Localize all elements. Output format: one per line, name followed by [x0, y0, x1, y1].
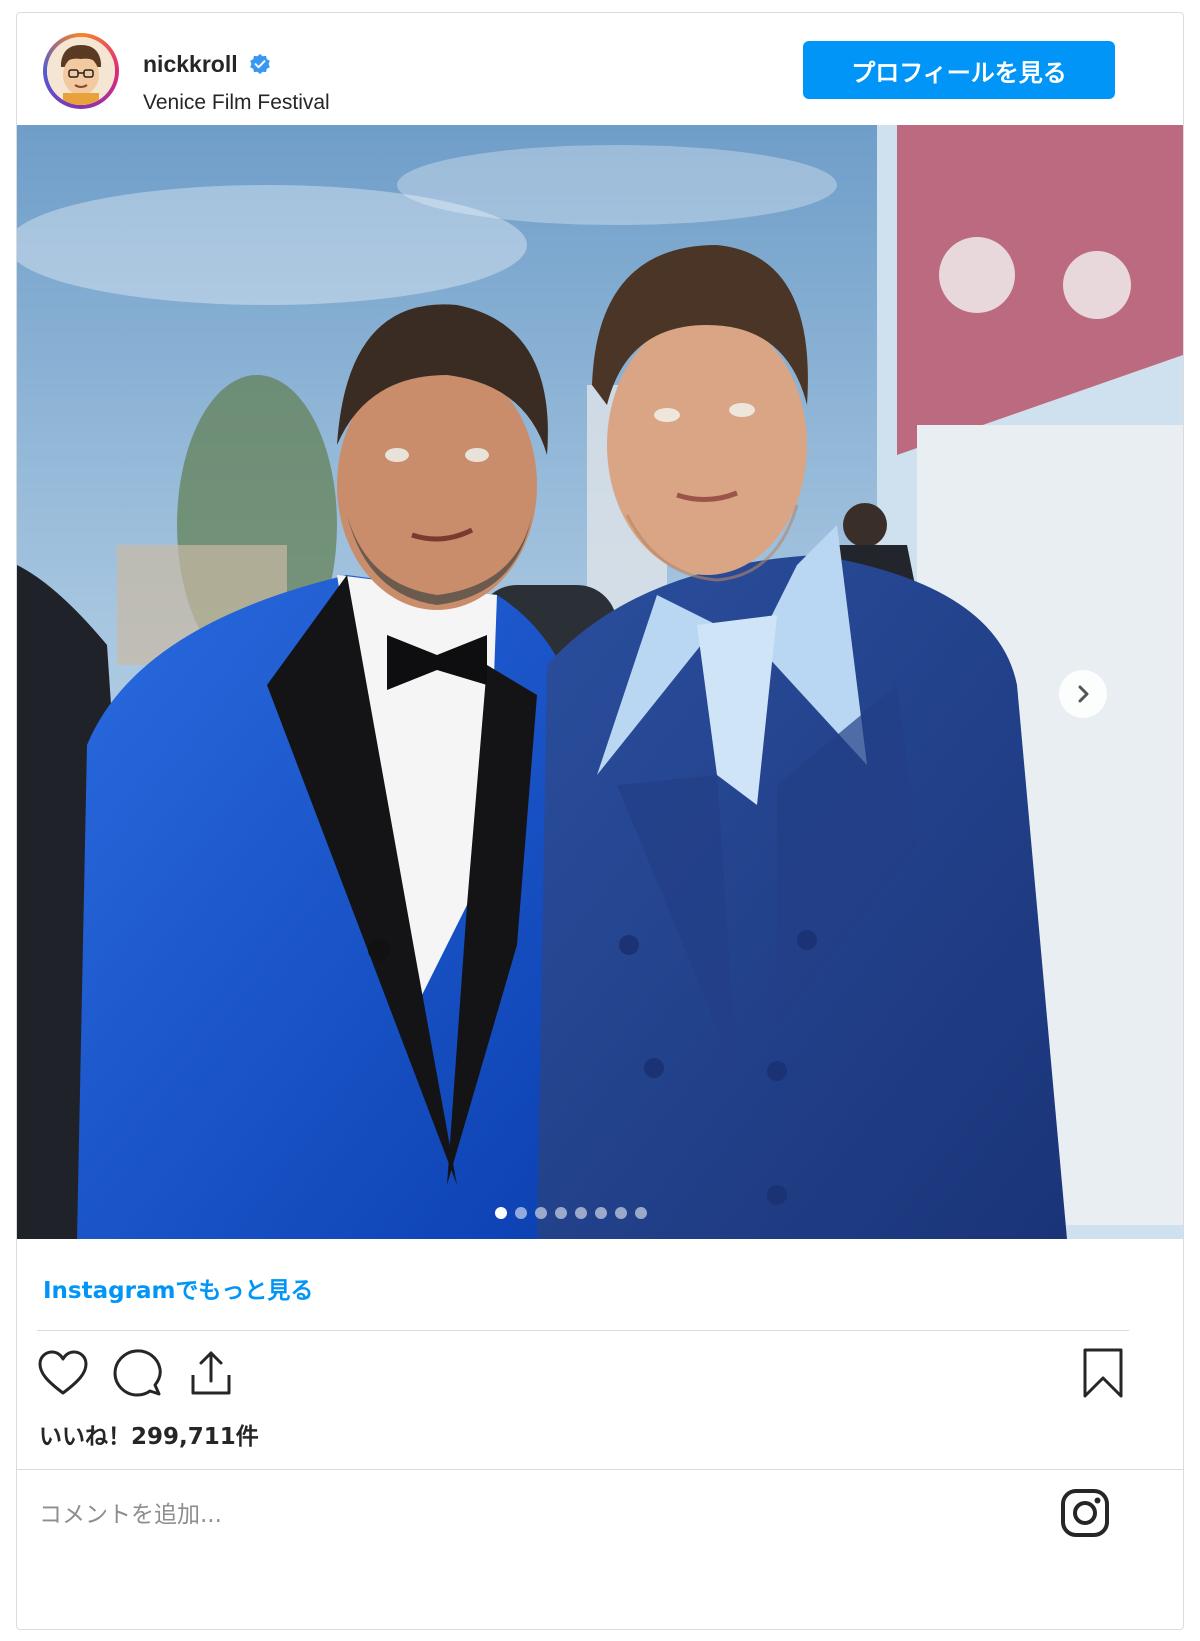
avatar[interactable]: [43, 33, 119, 109]
carousel-dot: [615, 1207, 627, 1219]
share-button[interactable]: [183, 1345, 239, 1401]
username-row: nickkroll: [143, 51, 272, 78]
divider: [37, 1330, 1129, 1331]
share-icon: [191, 1351, 231, 1395]
action-bar: [35, 1345, 1135, 1405]
photo-illustration: [17, 125, 1183, 1239]
view-profile-button[interactable]: プロフィールを見る: [803, 41, 1115, 99]
carousel-dot: [515, 1207, 527, 1219]
carousel-dot: [555, 1207, 567, 1219]
instagram-icon: [1061, 1489, 1109, 1537]
bookmark-icon: [1083, 1348, 1123, 1398]
location-link[interactable]: Venice Film Festival: [143, 91, 330, 115]
like-count: いいね！299,711件: [39, 1424, 259, 1450]
next-photo-button[interactable]: [1059, 670, 1107, 718]
comment-icon: [113, 1349, 162, 1397]
carousel-indicator: [495, 1207, 647, 1219]
save-button[interactable]: [1075, 1345, 1131, 1401]
carousel-dot: [535, 1207, 547, 1219]
username[interactable]: nickkroll: [143, 51, 238, 78]
chevron-right-icon: [1078, 685, 1089, 703]
instagram-embed-card: nickkroll Venice Film Festival プロフィールを見る: [16, 12, 1184, 1630]
carousel-dot: [635, 1207, 647, 1219]
like-button[interactable]: [35, 1345, 91, 1401]
instagram-logo-link[interactable]: [1059, 1487, 1111, 1539]
comment-button[interactable]: [109, 1345, 165, 1401]
post-header: nickkroll Venice Film Festival プロフィールを見る: [17, 13, 1183, 131]
view-more-on-instagram-link[interactable]: Instagramでもっと見る: [43, 1271, 313, 1305]
add-comment-field[interactable]: コメントを追加...: [39, 1495, 222, 1529]
avatar-image: [47, 37, 115, 105]
carousel-dot: [575, 1207, 587, 1219]
post-photo[interactable]: [17, 125, 1183, 1239]
carousel-dot: [495, 1207, 507, 1219]
heart-icon: [38, 1350, 88, 1395]
verified-badge-icon: [249, 53, 270, 74]
divider: [17, 1469, 1183, 1470]
carousel-dot: [595, 1207, 607, 1219]
